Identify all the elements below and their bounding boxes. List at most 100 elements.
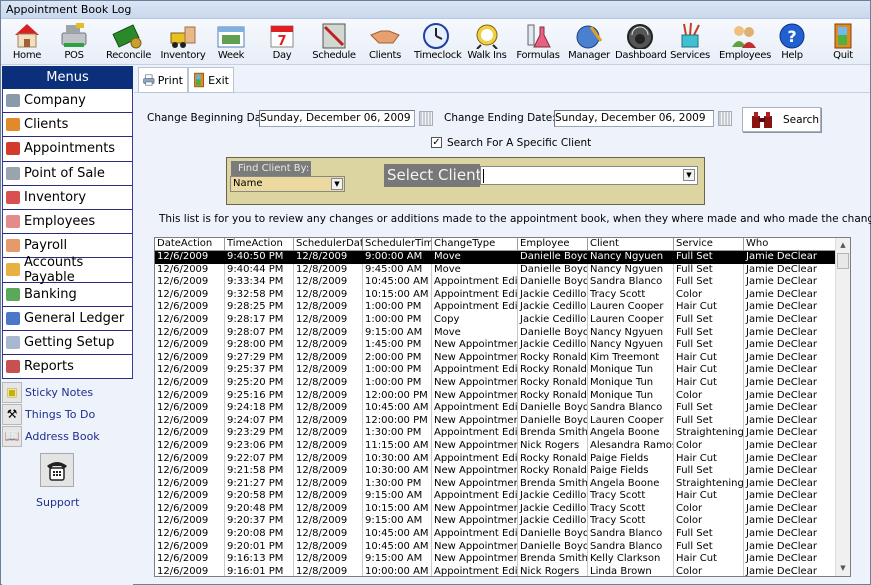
table-cell: 12/6/2009	[155, 301, 225, 314]
support-button[interactable]	[40, 453, 74, 487]
end-calendar-icon[interactable]	[718, 111, 732, 126]
scroll-down-icon[interactable]: ▼	[836, 562, 850, 575]
toolbar-clients-button[interactable]: Clients	[365, 21, 405, 65]
table-row[interactable]: 12/6/2009 9:32:58 PM 12/8/2009 10:15:00 AM A…	[155, 288, 836, 302]
scroll-up-icon[interactable]: ▲	[836, 239, 850, 252]
table-row[interactable]: 12/6/2009 9:27:29 PM 12/8/2009 2:00:00 PM Ne…	[155, 351, 836, 365]
sidebar-item-inventory[interactable]: Inventory	[2, 185, 133, 210]
table-row[interactable]: 12/6/2009 9:28:17 PM 12/8/2009 1:00:00 PM Co…	[155, 313, 836, 327]
search-button[interactable]: Search	[742, 107, 821, 132]
toolbar-help-button[interactable]: ? Help	[776, 21, 808, 65]
vertical-scrollbar[interactable]: ▲ ▼	[835, 238, 850, 576]
sidebar-item-appointments[interactable]: Appointments	[2, 137, 133, 162]
column-header[interactable]: SchedulerDate	[294, 238, 363, 251]
sidebar-item-getting-setup[interactable]: Getting Setup	[2, 330, 133, 356]
table-row[interactable]: 12/6/2009 9:21:58 PM 12/8/2009 10:30:00 AM N…	[155, 465, 836, 478]
table-row[interactable]: 12/6/2009 9:28:25 PM 12/8/2009 1:00:00 PM Ap…	[155, 301, 836, 314]
table-cell: Sandra Blanco	[588, 540, 674, 554]
table-row[interactable]: 12/6/2009 9:23:06 PM 12/8/2009 11:15:00 AM N…	[155, 439, 836, 453]
column-header[interactable]: TimeAction	[225, 238, 294, 251]
table-cell: Jamie DeClear	[746, 376, 817, 388]
end-date-field[interactable]: Sunday, December 06, 2009	[554, 110, 714, 127]
table-cell: Move	[432, 251, 518, 264]
toolbar-home-button[interactable]: Home	[9, 21, 45, 65]
table-row[interactable]: 12/6/2009 9:24:18 PM 12/8/2009 10:45:00 AM A…	[155, 402, 836, 415]
table-cell: Full Set	[674, 339, 744, 352]
print-button[interactable]: Print	[138, 67, 188, 93]
table-row[interactable]: 12/6/2009 9:21:27 PM 12/8/2009 1:30:00 PM Ne…	[155, 477, 836, 491]
table-row[interactable]: 12/6/2009 9:40:44 PM 12/8/2009 9:45:00 AM Mo…	[155, 263, 836, 277]
table-row[interactable]: 12/6/2009 9:25:16 PM 12/8/2009 12:00:00 PM N…	[155, 389, 836, 403]
table-cell: Copy	[432, 313, 518, 327]
sidebar-item-banking[interactable]: Banking	[2, 282, 133, 307]
table-row[interactable]: 12/6/2009 9:16:13 PM 12/8/2009 9:15:00 AM Ne…	[155, 553, 836, 566]
toolbar-services-button[interactable]: Services	[668, 21, 712, 65]
toolbar-pos-button[interactable]: POS	[56, 21, 92, 65]
toolbar-quit-button[interactable]: Quit	[827, 21, 859, 65]
table-cell: Jamie DeClear	[746, 439, 817, 451]
sidebar-item-clients[interactable]: Clients	[2, 113, 133, 138]
column-header[interactable]: Client	[588, 238, 674, 251]
table-row[interactable]: 12/6/2009 9:40:50 PM 12/8/2009 9:00:00 AM Mo…	[155, 251, 836, 264]
table-row[interactable]: 12/6/2009 9:20:48 PM 12/8/2009 10:15:00 AM N…	[155, 502, 836, 516]
table-row[interactable]: 12/6/2009 9:22:07 PM 12/8/2009 10:30:00 AM A…	[155, 452, 836, 466]
column-header[interactable]: SchedulerTime	[363, 238, 432, 251]
table-row[interactable]: 12/6/2009 9:20:01 PM 12/8/2009 10:45:00 AM N…	[155, 540, 836, 554]
chevron-down-icon[interactable]: ▼	[683, 169, 695, 181]
toolbar-walk-ins-button[interactable]: Walk Ins	[465, 21, 509, 65]
sidebar-item-general-ledger[interactable]: General Ledger	[2, 306, 133, 331]
table-row[interactable]: 12/6/2009 9:28:00 PM 12/8/2009 1:45:00 PM Ne…	[155, 339, 836, 352]
sidebar-item-accounts-payable[interactable]: Accounts Payable	[2, 255, 133, 285]
specific-client-checkbox[interactable]: ✓	[431, 137, 442, 148]
sidebar-item-label: Inventory	[24, 189, 87, 205]
exit-button[interactable]: Exit	[188, 67, 234, 93]
table-row[interactable]: 12/6/2009 9:28:07 PM 12/8/2009 9:15:00 AM Mo…	[155, 326, 836, 340]
table-row[interactable]: 12/6/2009 9:25:37 PM 12/8/2009 1:00:00 PM Ap…	[155, 364, 836, 377]
sidebar-item-company[interactable]: Company	[2, 89, 133, 114]
select-client-combo[interactable]: ▼	[480, 166, 698, 185]
door-icon	[834, 23, 852, 49]
table-row[interactable]: 12/6/2009 9:24:07 PM 12/8/2009 12:00:00 PM N…	[155, 414, 836, 428]
table-row[interactable]: 12/6/2009 9:25:20 PM 12/8/2009 1:00:00 PM Ne…	[155, 376, 836, 390]
column-header[interactable]: DateAction	[155, 238, 225, 251]
find-by-select[interactable]: Name ▼	[230, 176, 345, 192]
toolbar-manager-button[interactable]: Manager	[567, 21, 611, 65]
printer-icon	[143, 74, 155, 86]
scroll-thumb[interactable]	[837, 253, 849, 269]
sidebar-item-reports[interactable]: Reports	[2, 355, 133, 380]
reports-icon	[6, 360, 20, 374]
sidebar-item-employees[interactable]: Employees	[2, 209, 133, 235]
column-header[interactable]: Service	[674, 238, 744, 251]
sidebar-item-point-of-sale[interactable]: Point of Sale	[2, 161, 133, 186]
table-row[interactable]: 12/6/2009 9:20:08 PM 12/8/2009 10:45:00 AM A…	[155, 528, 836, 541]
toolbar-dashboard-button[interactable]: Dashboard	[615, 21, 667, 65]
quick-link-things-to-do[interactable]: ⚒ Things To Do	[2, 403, 133, 425]
column-header[interactable]: Who	[744, 238, 836, 251]
table-row[interactable]: 12/6/2009 9:20:58 PM 12/8/2009 9:15:00 AM Ap…	[155, 490, 836, 503]
column-header[interactable]: ChangeType	[432, 238, 518, 251]
quick-link-sticky-notes[interactable]: ▣ Sticky Notes	[2, 381, 133, 403]
toolbar-week-button[interactable]: Week	[213, 21, 249, 65]
table-cell: 10:00:00 AM	[363, 565, 432, 576]
sidebar-item-label: Employees	[24, 214, 96, 230]
toolbar-day-button[interactable]: 7 Day	[264, 21, 300, 65]
toolbar-inventory-button[interactable]: Inventory	[159, 21, 207, 65]
table-row[interactable]: 12/6/2009 9:16:01 PM 12/8/2009 10:00:00 AM A…	[155, 565, 836, 576]
toolbar-reconcile-button[interactable]: Reconcile	[106, 21, 151, 65]
binoculars-icon	[752, 111, 772, 128]
toolbar-timeclock-button[interactable]: Timeclock	[414, 21, 462, 65]
table-row[interactable]: 12/6/2009 9:23:29 PM 12/8/2009 1:30:00 PM Ap…	[155, 427, 836, 440]
toolbar-schedule-button[interactable]: Schedule	[312, 21, 356, 65]
quick-link-address-book[interactable]: 📖 Address Book	[2, 425, 133, 447]
table-row[interactable]: 12/6/2009 9:33:34 PM 12/8/2009 10:45:00 AM A…	[155, 276, 836, 289]
chevron-down-icon[interactable]: ▼	[331, 178, 343, 190]
table-cell: 10:15:00 AM	[363, 288, 432, 302]
toolbar-formulas-button[interactable]: Formulas	[516, 21, 560, 65]
begin-calendar-icon[interactable]	[419, 111, 433, 126]
begin-date-field[interactable]: Sunday, December 06, 2009	[259, 110, 415, 127]
grid-header: DateAction TimeAction SchedulerDate Schedul…	[155, 238, 836, 251]
toolbar-employees-button[interactable]: Employees	[719, 21, 771, 65]
table-cell: Danielle Boyd	[520, 263, 588, 277]
column-header[interactable]: Employee	[518, 238, 588, 251]
table-row[interactable]: 12/6/2009 9:20:37 PM 12/8/2009 9:15:00 AM Ne…	[155, 515, 836, 529]
